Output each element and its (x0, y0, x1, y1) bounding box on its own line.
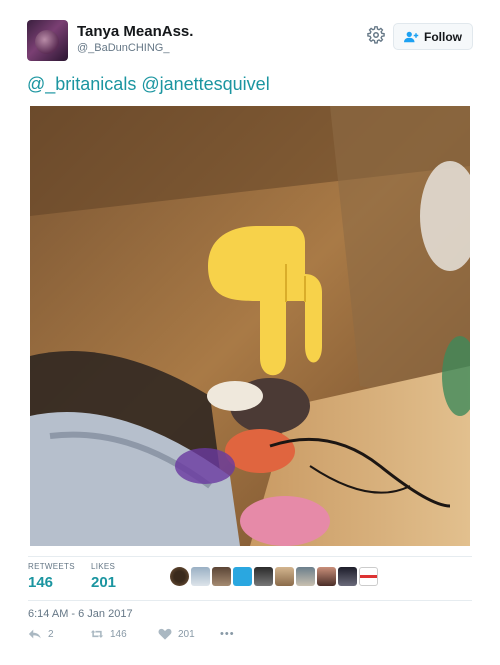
retweets-label: RETWEETS (28, 562, 75, 571)
retweet-count: 146 (110, 628, 127, 640)
mention-link[interactable]: @_britanicals (27, 74, 136, 94)
more-button[interactable]: ••• (220, 628, 235, 640)
avatar[interactable] (254, 567, 273, 586)
like-button[interactable]: 201 (158, 628, 195, 640)
tweet-text: @_britanicals @janettesquivel (27, 74, 270, 95)
tweet-photo[interactable] (30, 106, 470, 546)
author-handle[interactable]: @_BaDunCHING_ (77, 42, 169, 54)
tweet-stats: RETWEETS 146 LIKES 201 (28, 562, 474, 602)
tweet-timestamp[interactable]: 6:14 AM - 6 Jan 2017 (28, 608, 133, 620)
avatar[interactable] (296, 567, 315, 586)
more-icon: ••• (220, 628, 235, 640)
divider (28, 600, 472, 601)
like-count: 201 (178, 628, 195, 640)
avatar[interactable] (191, 567, 210, 586)
avatar[interactable] (275, 567, 294, 586)
author-name[interactable]: Tanya MeanAss. (77, 23, 193, 40)
retweet-button[interactable]: 146 (90, 628, 127, 640)
retweets-count[interactable]: 146 (28, 574, 53, 591)
liker-avatars (170, 567, 378, 589)
heart-icon (158, 628, 172, 640)
reply-count: 2 (48, 628, 54, 640)
tweet-actions: 2 146 201 ••• (28, 628, 328, 648)
gear-icon[interactable] (367, 26, 385, 44)
follow-label: Follow (424, 29, 462, 44)
reply-button[interactable]: 2 (28, 628, 54, 640)
tweet-header: Tanya MeanAss. @_BaDunCHING_ Follow (27, 20, 473, 64)
avatar[interactable] (170, 567, 189, 586)
avatar[interactable] (212, 567, 231, 586)
avatar[interactable] (27, 20, 68, 61)
follow-user-icon (404, 31, 419, 42)
likes-count[interactable]: 201 (91, 574, 116, 591)
retweet-icon (90, 630, 104, 638)
reply-icon (28, 629, 41, 639)
follow-button[interactable]: Follow (393, 23, 473, 50)
divider (28, 556, 472, 557)
likes-label: LIKES (91, 562, 116, 571)
avatar[interactable] (359, 567, 378, 586)
avatar[interactable] (317, 567, 336, 586)
avatar[interactable] (233, 567, 252, 586)
mention-link[interactable]: @janettesquivel (141, 74, 269, 94)
avatar[interactable] (338, 567, 357, 586)
